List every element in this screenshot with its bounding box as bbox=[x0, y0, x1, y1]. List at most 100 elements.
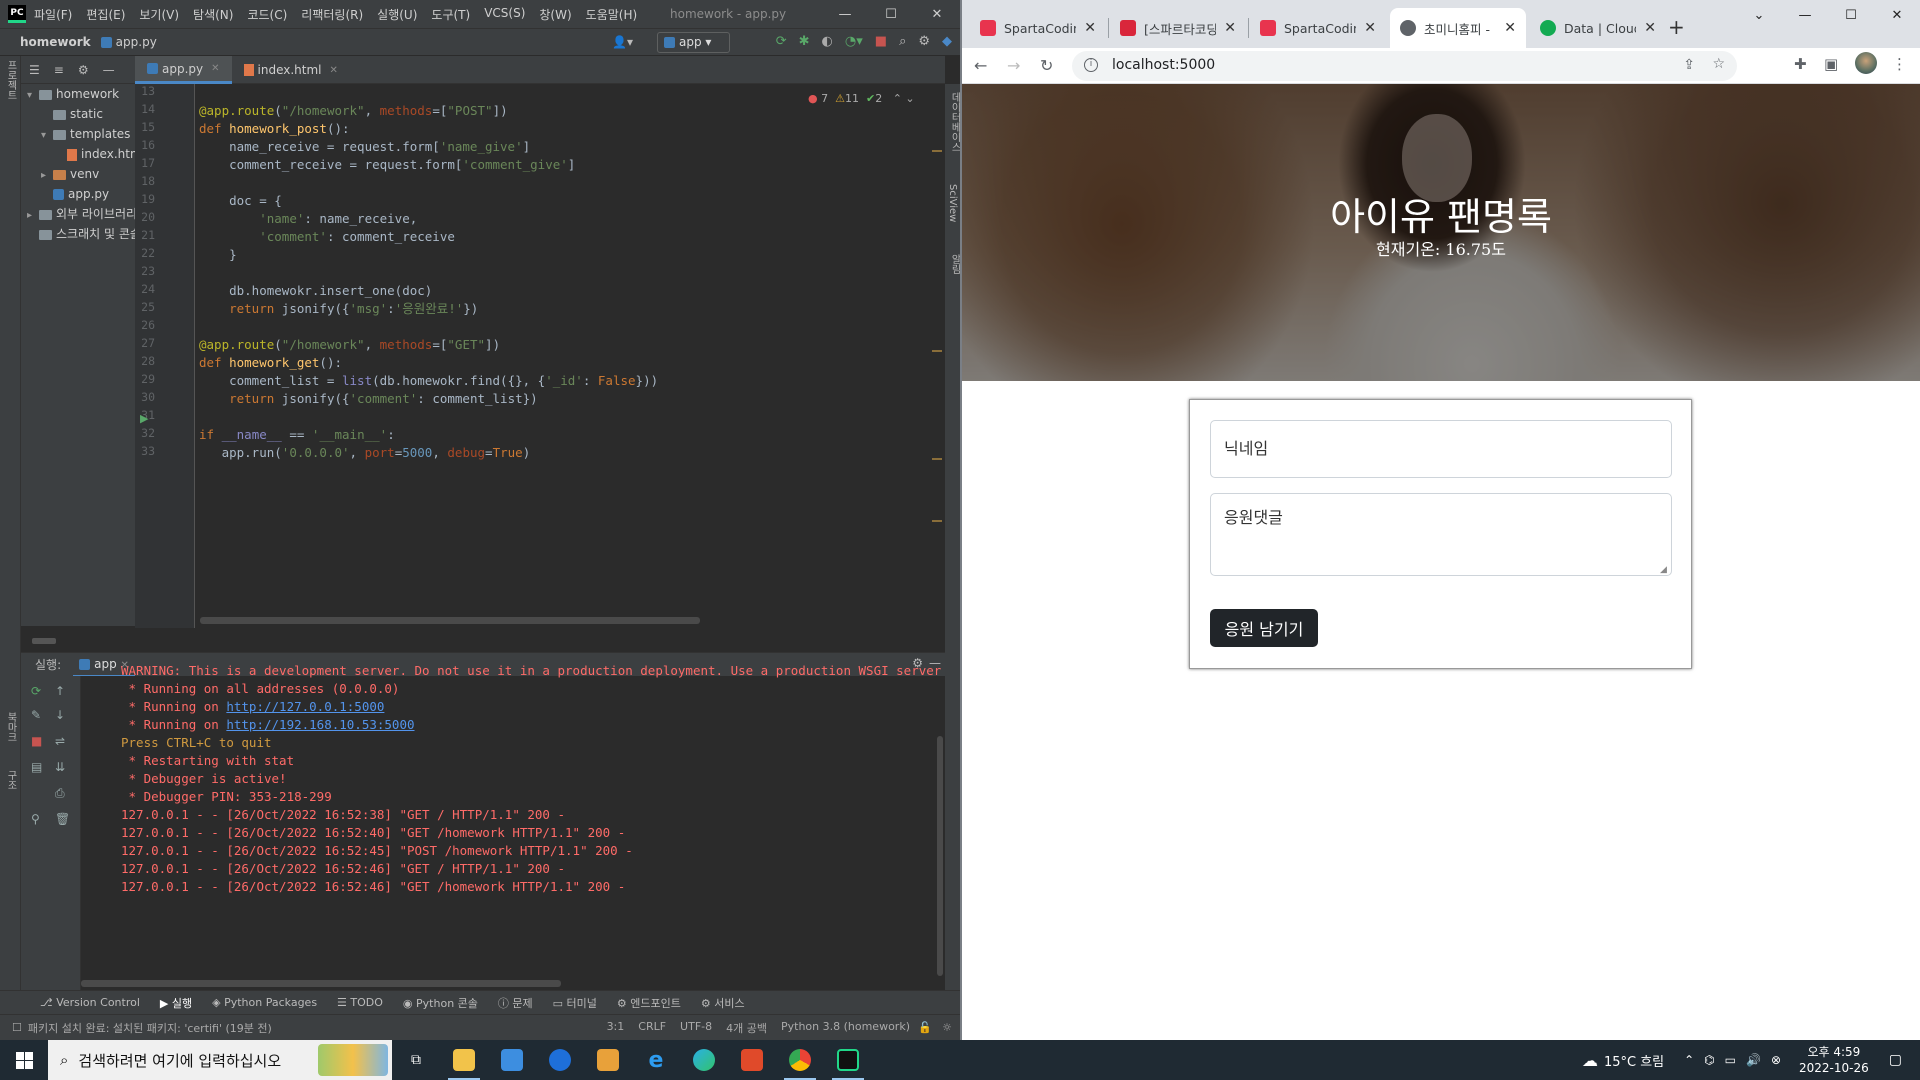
taskbar-chrome[interactable] bbox=[776, 1040, 824, 1080]
resize-handle-icon[interactable]: ◢ bbox=[1660, 565, 1667, 575]
lock-icon[interactable]: 🔓 bbox=[918, 1021, 932, 1034]
user-icon[interactable]: 👤▾ bbox=[612, 35, 633, 49]
code-line[interactable]: @app.route("/homework", methods=["POST"]… bbox=[199, 102, 508, 120]
taskbar-app-2[interactable] bbox=[488, 1040, 536, 1080]
network-icon[interactable]: ⌬ bbox=[1704, 1053, 1714, 1067]
hide-icon[interactable]: — bbox=[103, 63, 115, 77]
ide-minimize-button[interactable]: — bbox=[822, 0, 868, 28]
share-icon[interactable]: ⇪ bbox=[1683, 57, 1695, 73]
tab-search-icon[interactable]: ⌄ bbox=[1736, 0, 1782, 30]
project-tree-item[interactable]: ▾ templates bbox=[21, 124, 135, 144]
ide-menu-item[interactable]: 도구(T) bbox=[431, 6, 470, 23]
nickname-input[interactable]: 닉네임 bbox=[1210, 420, 1672, 478]
close-icon[interactable]: ✕ bbox=[1644, 20, 1656, 36]
code-line[interactable]: app.run('0.0.0.0', port=5000, debug=True… bbox=[199, 444, 531, 462]
reload-icon[interactable]: ↻ bbox=[1040, 56, 1053, 75]
mute-icon[interactable]: ⊗ bbox=[1771, 1053, 1781, 1067]
comment-textarea[interactable]: 응원댓글 bbox=[1210, 493, 1672, 576]
chrome-menu-icon[interactable]: ⋮ bbox=[1892, 55, 1907, 73]
close-icon[interactable]: ✕ bbox=[1224, 20, 1236, 36]
bottom-tab[interactable]: ▭ 터미널 bbox=[553, 995, 597, 1011]
project-tree-item[interactable]: static bbox=[21, 104, 135, 124]
project-tree-item[interactable]: app.py bbox=[21, 184, 135, 204]
code-line[interactable]: if __name__ == '__main__': bbox=[199, 426, 395, 444]
taskbar-search[interactable]: ⌕ 검색하려면 여기에 입력하십시오 bbox=[48, 1040, 392, 1080]
chevron-icon[interactable]: ▸ bbox=[41, 166, 53, 184]
chrome-minimize-button[interactable]: — bbox=[1782, 0, 1828, 30]
bottom-tab[interactable]: ⎇ Version Control bbox=[40, 996, 140, 1009]
run-gutter-icon[interactable]: ▶ bbox=[140, 412, 148, 425]
notifications-icon[interactable]: ☼ bbox=[942, 1021, 952, 1034]
ide-menu-item[interactable]: 코드(C) bbox=[247, 6, 287, 23]
extensions-icon[interactable]: ✚ bbox=[1794, 55, 1807, 73]
vtab-structure[interactable]: 구조 bbox=[3, 770, 18, 790]
vtab-notifications[interactable]: 알림 bbox=[947, 254, 960, 274]
breadcrumb-file[interactable]: app.py bbox=[100, 35, 157, 49]
search-highlight-icon[interactable] bbox=[318, 1044, 388, 1076]
code-line[interactable]: db.homewokr.insert_one(doc) bbox=[199, 282, 432, 300]
address-bar[interactable]: i localhost:5000 ⇪ ☆ bbox=[1072, 51, 1737, 81]
code-line[interactable]: name_receive = request.form['name_give'] bbox=[199, 138, 530, 156]
display-icon[interactable]: ▭ bbox=[1725, 1053, 1736, 1067]
chevron-icon[interactable]: ▾ bbox=[41, 126, 53, 144]
gear-icon[interactable]: ⚙ bbox=[78, 63, 89, 77]
run-config-select[interactable]: app ▾ bbox=[657, 32, 730, 53]
url-text[interactable]: localhost:5000 bbox=[1112, 57, 1215, 73]
chevron-icon[interactable]: ▾ bbox=[27, 86, 39, 104]
panel-splitter[interactable] bbox=[32, 638, 56, 644]
vtab-bookmarks[interactable]: 북마크 bbox=[3, 712, 18, 742]
chrome-maximize-button[interactable]: ☐ bbox=[1828, 0, 1874, 30]
collapse-all-icon[interactable]: ≡ bbox=[54, 63, 64, 77]
ide-menu-item[interactable]: 편집(E) bbox=[86, 6, 125, 23]
vtab-project[interactable]: 프로젝트 bbox=[3, 60, 18, 100]
bottom-tab[interactable]: ◉ Python 콘솔 bbox=[403, 995, 478, 1011]
ide-menu-item[interactable]: 창(W) bbox=[539, 6, 571, 23]
ide-maximize-button[interactable]: ☐ bbox=[868, 0, 914, 28]
code-line[interactable]: comment_receive = request.form['comment_… bbox=[199, 156, 575, 174]
notification-center-icon[interactable]: ▢ bbox=[1889, 1052, 1902, 1068]
code-line[interactable]: } bbox=[199, 246, 237, 264]
chevron-up-icon[interactable]: ⌃ bbox=[1684, 1053, 1694, 1067]
project-tree-item[interactable]: index.html bbox=[21, 144, 135, 164]
status-widget[interactable]: Python 3.8 (homework) bbox=[781, 1020, 910, 1036]
code-line[interactable]: @app.route("/homework", methods=["GET"]) bbox=[199, 336, 500, 354]
status-widget[interactable]: 3:1 bbox=[607, 1020, 625, 1036]
side-panel-icon[interactable]: ▣ bbox=[1824, 55, 1838, 73]
back-icon[interactable]: ← bbox=[974, 56, 987, 75]
coverage-icon[interactable]: ◐ bbox=[822, 34, 833, 49]
console-vertical-scrollbar[interactable] bbox=[937, 736, 943, 976]
taskbar-app-4[interactable] bbox=[584, 1040, 632, 1080]
taskbar-edge[interactable] bbox=[680, 1040, 728, 1080]
status-widget[interactable]: 4개 공백 bbox=[726, 1020, 767, 1036]
ide-menu-item[interactable]: 탐색(N) bbox=[193, 6, 233, 23]
code-editor[interactable]: @app.route("/homework", methods=["POST"]… bbox=[195, 84, 945, 628]
status-widget[interactable]: CRLF bbox=[638, 1020, 666, 1036]
forward-icon[interactable]: → bbox=[1007, 56, 1020, 75]
chevron-icon[interactable]: ▸ bbox=[27, 206, 39, 224]
profile-icon[interactable]: ◔▾ bbox=[845, 34, 863, 49]
code-line[interactable]: doc = { bbox=[199, 192, 282, 210]
close-icon[interactable]: ✕ bbox=[330, 65, 338, 76]
gear-icon[interactable]: ⚙ bbox=[918, 34, 930, 49]
ide-menu-item[interactable]: 파일(F) bbox=[34, 6, 72, 23]
weather-text[interactable]: 15°C 흐림 bbox=[1604, 1051, 1664, 1070]
ide-menu-item[interactable]: 보기(V) bbox=[139, 6, 179, 23]
vtab-database[interactable]: 데이터베이스 bbox=[947, 92, 960, 152]
project-tree-item[interactable]: ▾ homework bbox=[21, 84, 135, 104]
taskbar-pycharm[interactable] bbox=[824, 1040, 872, 1080]
status-message[interactable]: 패키지 설치 완료: 설치된 패키지: 'certifi' (19분 전) bbox=[28, 1020, 272, 1036]
task-view-button[interactable]: ⧉ bbox=[392, 1040, 440, 1080]
code-line[interactable]: return jsonify({'comment': comment_list}… bbox=[199, 390, 538, 408]
browser-tab[interactable]: 초미니홈피 - ✕ bbox=[1390, 8, 1526, 48]
editor-tab[interactable]: app.py ✕ bbox=[135, 56, 232, 84]
browser-tab[interactable]: SpartaCoding ✕ bbox=[970, 8, 1106, 48]
code-line[interactable]: def homework_get(): bbox=[199, 354, 342, 372]
close-icon[interactable]: ✕ bbox=[211, 63, 219, 74]
code-line[interactable]: comment_list = list(db.homewokr.find({},… bbox=[199, 372, 658, 390]
jetbrains-icon[interactable]: ◆ bbox=[942, 34, 952, 49]
code-line[interactable]: def homework_post(): bbox=[199, 120, 350, 138]
bottom-tab[interactable]: ⚙ 엔드포인트 bbox=[617, 995, 681, 1011]
browser-tab[interactable]: Data | Cloud ✕ bbox=[1530, 8, 1666, 48]
info-icon[interactable]: i bbox=[1084, 58, 1098, 72]
console-horizontal-scrollbar[interactable] bbox=[81, 980, 561, 987]
